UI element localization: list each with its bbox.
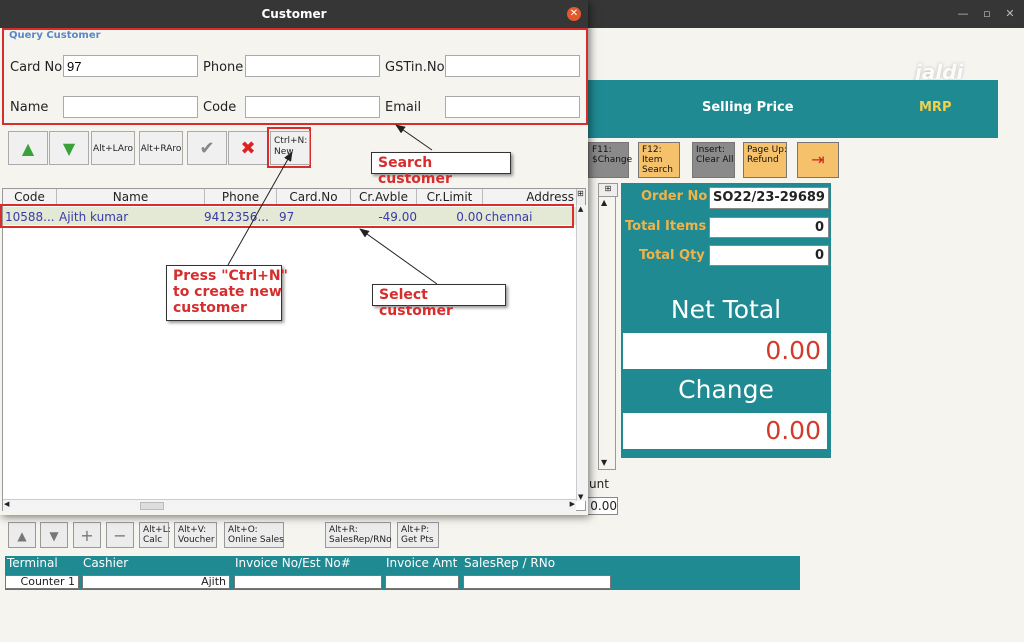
select-callout: Select customer: [372, 284, 506, 319]
new-arrow: [227, 151, 293, 266]
search-callout: Search customer: [371, 152, 511, 187]
new-callout: Press "Ctrl+N" to create new customer: [166, 265, 288, 321]
select-arrow: [359, 228, 438, 285]
search-arrow: [395, 124, 433, 151]
annotation-arrows: [227, 124, 438, 285]
